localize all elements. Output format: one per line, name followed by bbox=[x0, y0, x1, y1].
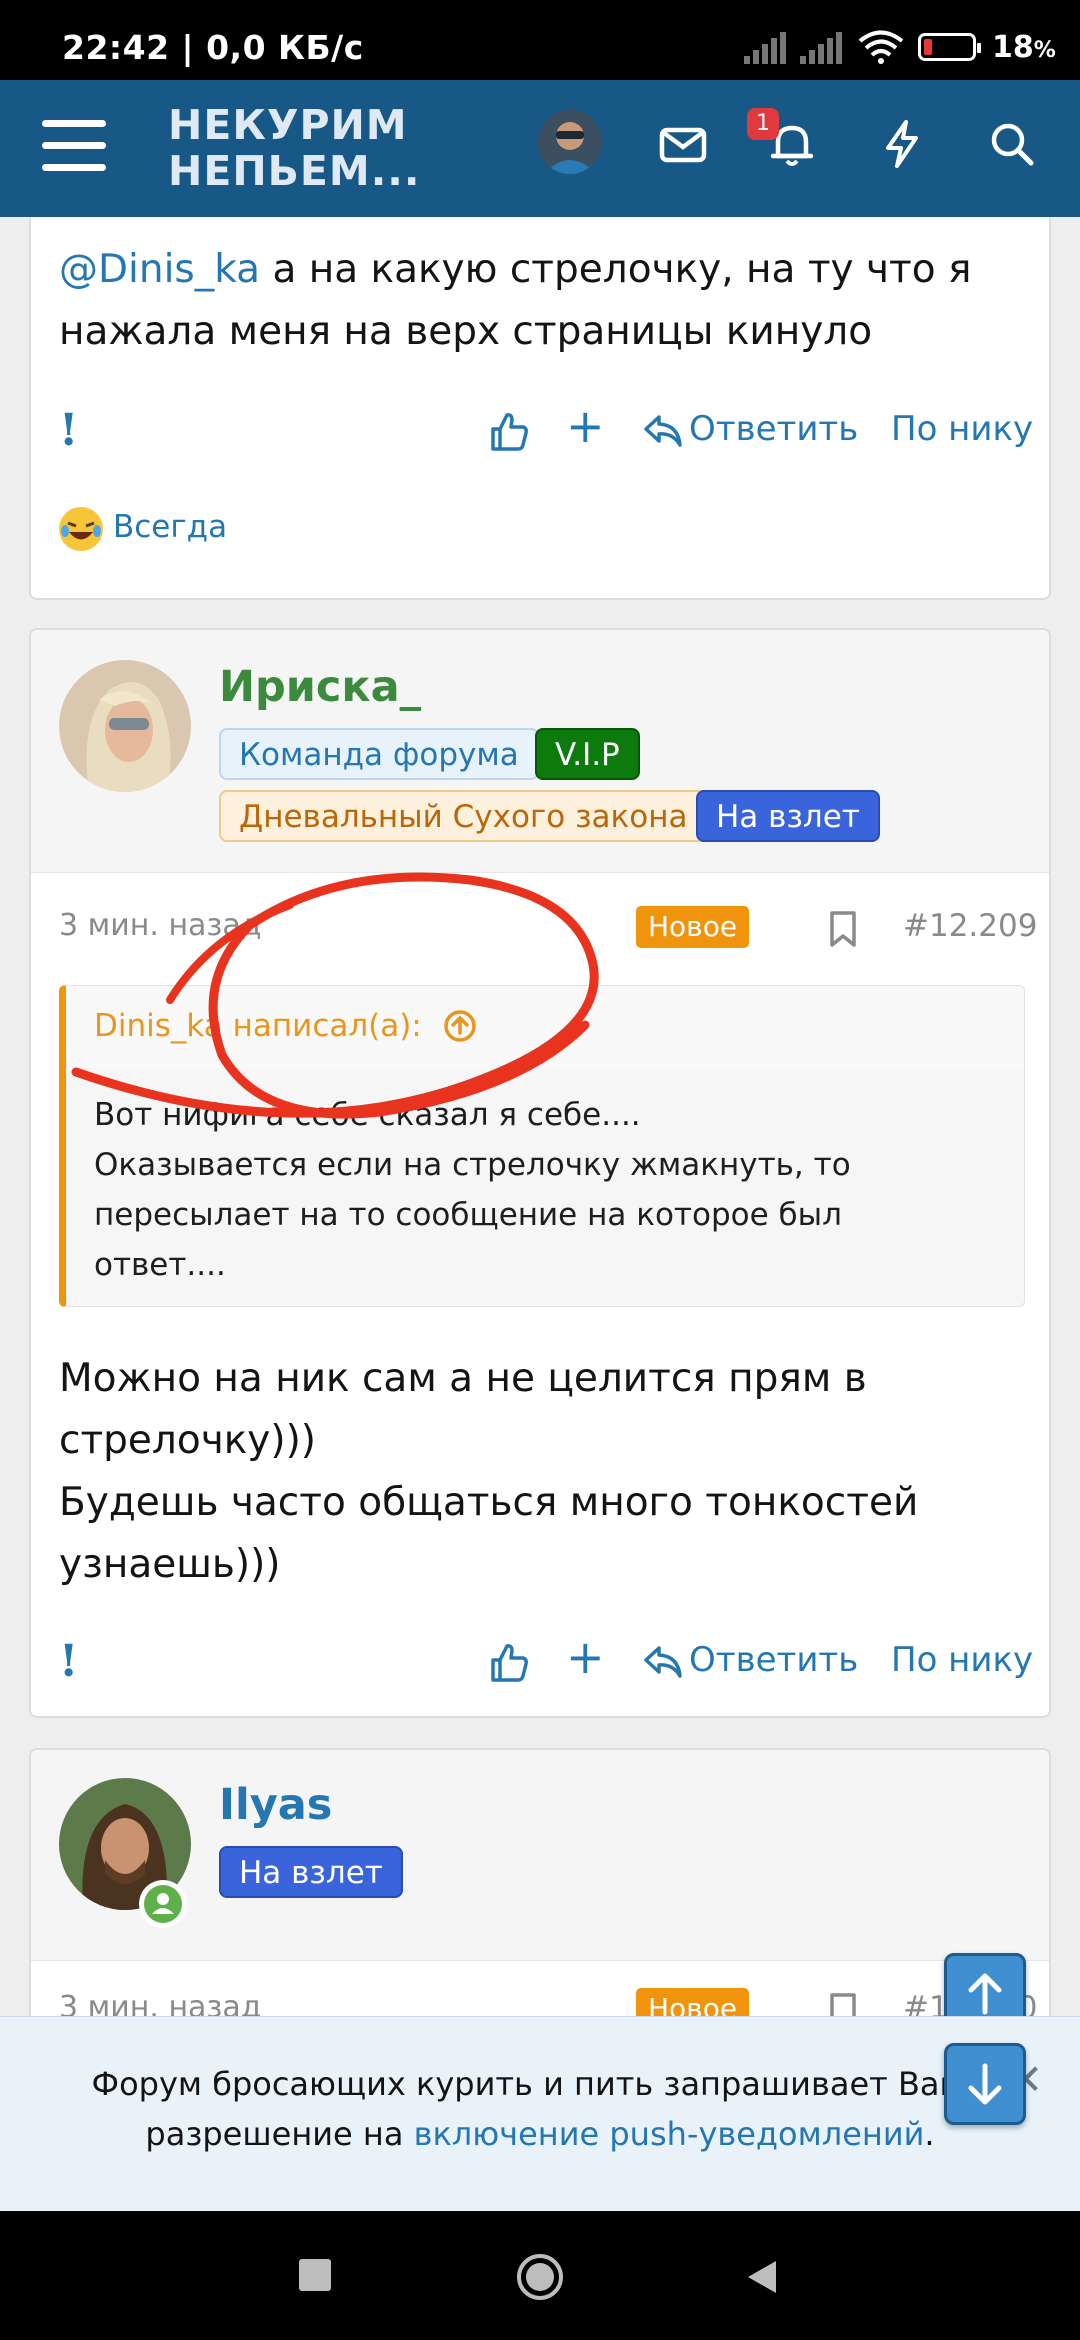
home-button[interactable] bbox=[515, 2252, 565, 2302]
system-nav-bar bbox=[0, 2211, 1080, 2340]
push-prompt-period: . bbox=[924, 2115, 935, 2153]
back-button[interactable] bbox=[742, 2257, 782, 2297]
recents-button[interactable] bbox=[299, 2259, 331, 2291]
scroll-bottom-button[interactable] bbox=[944, 2043, 1026, 2125]
enable-push-link[interactable]: включение push-уведомлений bbox=[414, 2115, 925, 2153]
push-prompt-line: Форум бросающих курить и пить запрашивае… bbox=[91, 2065, 989, 2103]
push-prompt-text: Форум бросающих курить и пить запрашивае… bbox=[0, 2059, 1080, 2159]
arrow-down-icon bbox=[968, 2063, 1002, 2105]
push-notification-prompt: Форум бросающих курить и пить запрашивае… bbox=[0, 2016, 1080, 2212]
push-prompt-line: разрешение на bbox=[145, 2115, 414, 2153]
red-annotation-scribble bbox=[71, 872, 599, 1119]
